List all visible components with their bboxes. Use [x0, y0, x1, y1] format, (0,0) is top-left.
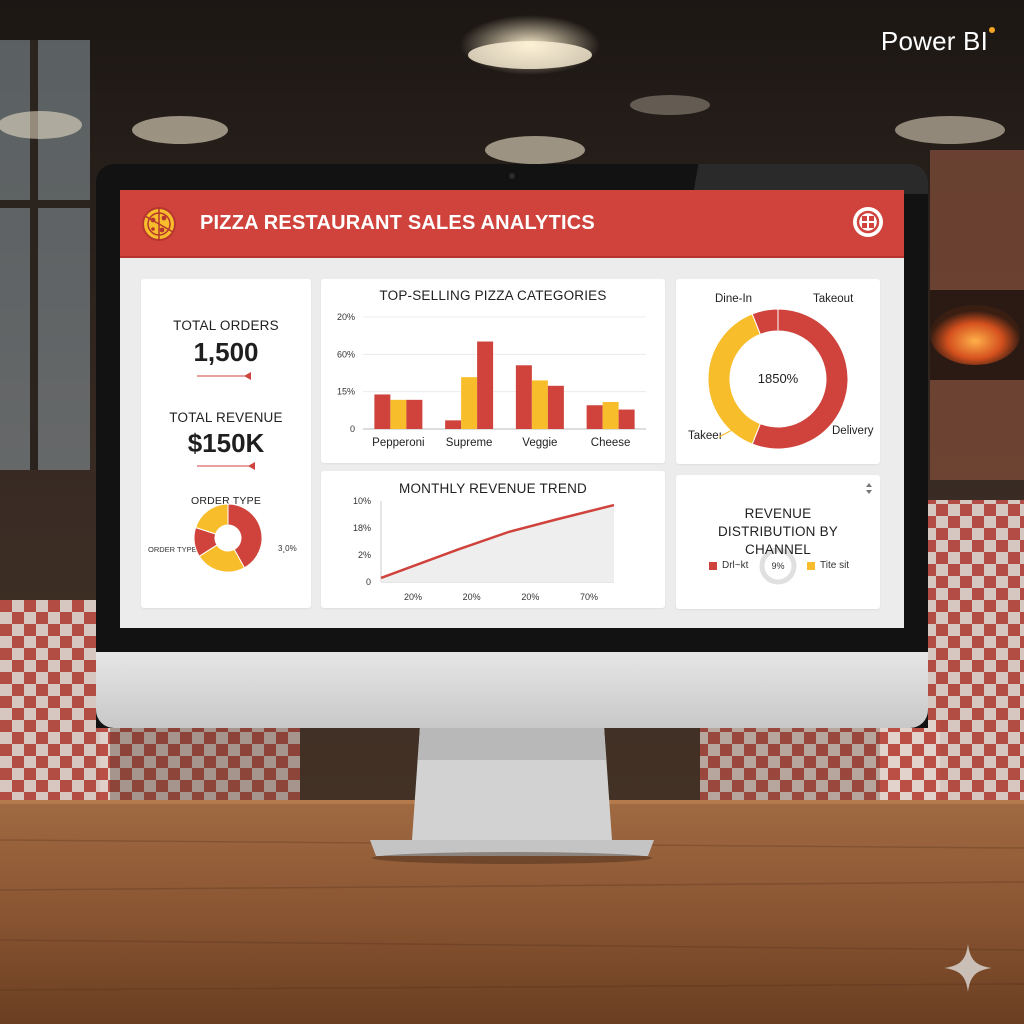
dashboard-title: PIZZA RESTAURANT SALES ANALYTICS [200, 212, 595, 234]
bar-x-label-2: Veggie [522, 437, 557, 449]
top-selling-card: TOP-SELLING PIZZA CATEGORIES 20% 60% 15% 0 … [321, 279, 665, 463]
webcam [509, 173, 515, 179]
order-channel-card: Dine-In Takeout Delivery Takeeı 1850% [676, 279, 880, 464]
sort-arrows-icon [866, 483, 872, 494]
line-y-tick-0: 10% [353, 496, 371, 506]
bar-cheese-0 [586, 405, 603, 429]
brand-name: Power BI [880, 26, 988, 56]
bar-y-tick-1: 60% [337, 349, 355, 359]
line-chart: 10% 18% 2% 0 20% 20% 20% 70% [353, 496, 615, 602]
bar-veggie-2 [547, 385, 564, 429]
sparkle-icon [944, 944, 992, 992]
bar-supreme-0 [445, 420, 462, 429]
distribution-title: REVENUE DISTRIBUTION BY CHANNEL [717, 506, 838, 557]
monitor-chin [96, 652, 928, 728]
revenue-trend-card: MONTHLY REVENUE TREND 10% 18% 2% 0 20% 20% 20… [321, 471, 665, 608]
line-x-tick-1: 20% [463, 592, 481, 602]
bar-chart: 20% 60% 15% 0 Pepperoni Supreme Veggie Cheese [337, 312, 646, 449]
line-x-tick-2: 20% [521, 592, 539, 602]
bar-y-tick-2: 15% [337, 387, 355, 397]
line-area-fill [381, 505, 614, 582]
bar-veggie-0 [515, 365, 532, 429]
order-type-donut [193, 503, 263, 573]
line-y-tick-3: 0 [366, 577, 371, 587]
dashboard-screen: PIZZA RESTAURANT SALES ANALYTICS TOTAL O… [120, 190, 904, 628]
legend-swatch-yellow [807, 562, 815, 570]
bar-pepperoni-1 [390, 399, 407, 429]
legend-label-1: Drl~kt [722, 560, 749, 571]
order-type-slice-3 [195, 503, 229, 535]
grid-icon[interactable] [852, 206, 884, 238]
line-x-tick-3: 70% [580, 592, 598, 602]
dashboard-header: PIZZA RESTAURANT SALES ANALYTICS [120, 190, 904, 258]
legend-label-2: Tite sit [820, 560, 850, 571]
bar-cheese-1 [602, 402, 619, 429]
legend-swatch-red [709, 562, 717, 570]
bar-x-label-3: Cheese [591, 437, 631, 449]
line-y-tick-2: 2% [358, 550, 371, 560]
bar-y-tick-0: 20% [337, 312, 355, 322]
bar-veggie-1 [531, 380, 548, 429]
donut-center-value: 1850% [757, 371, 799, 386]
bar-y-tick-3: 0 [350, 424, 355, 434]
bar-x-label-1: Supreme [446, 437, 493, 449]
bar-pepperoni-2 [406, 399, 423, 429]
bar-cheese-2 [618, 409, 635, 429]
bar-pepperoni-0 [374, 394, 391, 429]
donut-leader-line [718, 428, 735, 438]
brand-dot [989, 27, 995, 33]
revenue-distribution-card: REVENUE DISTRIBUTION BY CHANNEL Drl~kt 9… [676, 475, 880, 609]
power-bi-logo: Power BI [880, 26, 995, 57]
kpi-card: TOTAL ORDERS 1,500 TOTAL REVENUE $150K O… [141, 279, 311, 608]
line-y-tick-1: 18% [353, 523, 371, 533]
line-x-tick-0: 20% [404, 592, 422, 602]
pizza-icon[interactable] [140, 205, 178, 243]
bar-supreme-2 [477, 341, 494, 429]
bar-x-label-0: Pepperoni [372, 437, 424, 449]
channel-ring-value: 9% [771, 561, 785, 571]
bar-supreme-1 [461, 377, 478, 429]
